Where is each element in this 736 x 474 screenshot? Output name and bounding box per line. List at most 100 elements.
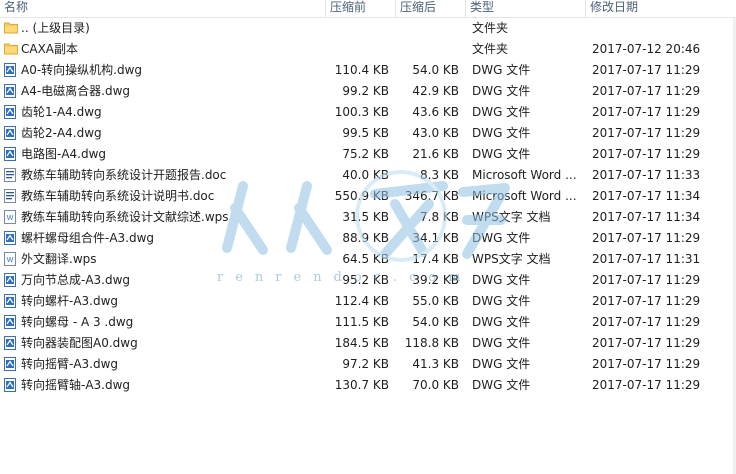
file-row[interactable]: 转向螺母 - A 3 .dwg 111.5 KB 54.0 KB DWG 文件 … [0, 312, 736, 333]
folder-icon [4, 18, 18, 39]
file-compressed-size: 97.2 KB [342, 357, 389, 371]
file-modified-date [592, 18, 732, 39]
file-type: DWG 文件 [472, 84, 531, 98]
file-name: .. (上级目录) [21, 21, 90, 35]
file-compressed-size: 88.9 KB [342, 231, 389, 245]
column-header-size[interactable]: 压缩后 [396, 0, 466, 17]
file-name: 螺杆螺母组合件-A3.dwg [21, 231, 155, 245]
file-size: 43.6 KB [412, 105, 459, 119]
dwg-file-icon [4, 375, 18, 396]
file-modified-date: 2017-07-17 11:29 [592, 63, 701, 77]
file-name: 教练车辅助转向系统设计说明书.doc [21, 189, 215, 203]
file-row[interactable]: 电路图-A4.dwg 75.2 KB 21.6 KB DWG 文件 2017-0… [0, 144, 736, 165]
file-modified-date: 2017-07-17 11:31 [592, 252, 701, 266]
file-compressed-size: 111.5 KB [334, 315, 389, 329]
file-row[interactable]: 转向摇臂轴-A3.dwg 130.7 KB 70.0 KB DWG 文件 201… [0, 375, 736, 396]
file-row[interactable]: 齿轮2-A4.dwg 99.5 KB 43.0 KB DWG 文件 2017-0… [0, 123, 736, 144]
file-modified-date: 2017-07-17 11:29 [592, 84, 701, 98]
dwg-file-icon [4, 228, 18, 249]
file-size: 34.1 KB [412, 231, 459, 245]
file-modified-date: 2017-07-17 11:29 [592, 378, 701, 392]
file-row[interactable]: A0-转向操纵机构.dwg 110.4 KB 54.0 KB DWG 文件 20… [0, 60, 736, 81]
file-size: 54.0 KB [412, 315, 459, 329]
file-name: 转向摇臂轴-A3.dwg [21, 378, 131, 392]
file-compressed-size: 110.4 KB [334, 63, 389, 77]
file-type: DWG 文件 [472, 336, 531, 350]
file-compressed-size: 75.2 KB [342, 147, 389, 161]
file-modified-date: 2017-07-17 11:34 [592, 189, 701, 203]
file-name: 转向螺母 - A 3 .dwg [21, 315, 134, 329]
file-compressed-size: 31.5 KB [342, 210, 389, 224]
file-row[interactable]: 齿轮1-A4.dwg 100.3 KB 43.6 KB DWG 文件 2017-… [0, 102, 736, 123]
file-size: 43.0 KB [412, 126, 459, 140]
file-type: DWG 文件 [472, 147, 531, 161]
file-row[interactable]: 万向节总成-A3.dwg 95.2 KB 39.2 KB DWG 文件 2017… [0, 270, 736, 291]
column-header-date[interactable]: 修改日期 [586, 0, 736, 17]
file-row[interactable]: W 教练车辅助转向系统设计文献综述.wps 31.5 KB 7.8 KB WPS… [0, 207, 736, 228]
file-type: DWG 文件 [472, 315, 531, 329]
file-row[interactable]: 转向器装配图A0.dwg 184.5 KB 118.8 KB DWG 文件 20… [0, 333, 736, 354]
file-compressed-size: 184.5 KB [334, 336, 389, 350]
file-type: DWG 文件 [472, 357, 531, 371]
file-name: 外文翻译.wps [21, 252, 97, 266]
file-row[interactable]: 转向摇臂-A3.dwg 97.2 KB 41.3 KB DWG 文件 2017-… [0, 354, 736, 375]
file-name: CAXA副本 [21, 42, 79, 56]
file-compressed-size: 99.2 KB [342, 84, 389, 98]
file-name: 转向器装配图A0.dwg [21, 336, 138, 350]
file-modified-date: 2017-07-17 11:29 [592, 357, 701, 371]
file-modified-date: 2017-07-17 11:29 [592, 315, 701, 329]
file-row[interactable]: A4-电磁离合器.dwg 99.2 KB 42.9 KB DWG 文件 2017… [0, 81, 736, 102]
file-row[interactable]: CAXA副本 文件夹 2017-07-12 20:46 [0, 39, 736, 60]
file-type: DWG 文件 [472, 378, 531, 392]
wps-file-icon: W [4, 249, 18, 270]
file-type: DWG 文件 [472, 231, 531, 245]
file-name: 转向摇臂-A3.dwg [21, 357, 119, 371]
file-size: 55.0 KB [412, 294, 459, 308]
dwg-file-icon [4, 354, 18, 375]
file-row[interactable]: W 外文翻译.wps 64.5 KB 17.4 KB WPS文字 文档 2017… [0, 249, 736, 270]
file-type: DWG 文件 [472, 273, 531, 287]
file-size: 21.6 KB [412, 147, 459, 161]
file-size: 54.0 KB [412, 63, 459, 77]
file-modified-date: 2017-07-17 11:29 [592, 105, 701, 119]
file-row[interactable]: .. (上级目录) 文件夹 [0, 18, 736, 39]
column-header-type[interactable]: 类型 [466, 0, 586, 17]
file-compressed-size: 550.9 KB [334, 189, 389, 203]
column-header-bar: 名称 压缩前 压缩后 类型 修改日期 [0, 0, 736, 18]
svg-text:W: W [7, 257, 14, 264]
file-row[interactable]: 转向螺杆-A3.dwg 112.4 KB 55.0 KB DWG 文件 2017… [0, 291, 736, 312]
folder-icon [4, 39, 18, 60]
file-compressed-size [330, 18, 389, 39]
file-compressed-size: 100.3 KB [334, 105, 389, 119]
file-row[interactable]: 教练车辅助转向系统设计开题报告.doc 40.0 KB 8.3 KB Micro… [0, 165, 736, 186]
dwg-file-icon [4, 291, 18, 312]
file-modified-date: 2017-07-17 11:34 [592, 210, 701, 224]
file-name: 万向节总成-A3.dwg [21, 273, 131, 287]
file-row[interactable]: 教练车辅助转向系统设计说明书.doc 550.9 KB 346.7 KB Mic… [0, 186, 736, 207]
file-type: WPS文字 文档 [472, 252, 551, 266]
file-size: 70.0 KB [412, 378, 459, 392]
dwg-file-icon [4, 81, 18, 102]
file-size: 39.2 KB [412, 273, 459, 287]
doc-file-icon [4, 186, 18, 207]
file-type: WPS文字 文档 [472, 210, 551, 224]
doc-file-icon [4, 165, 18, 186]
file-name: 教练车辅助转向系统设计文献综述.wps [21, 210, 229, 224]
file-type: 文件夹 [472, 42, 509, 56]
dwg-file-icon [4, 270, 18, 291]
file-type: Microsoft Word ... [472, 189, 577, 203]
file-compressed-size: 99.5 KB [342, 126, 389, 140]
file-name: 电路图-A4.dwg [21, 147, 107, 161]
file-modified-date: 2017-07-17 11:29 [592, 273, 701, 287]
dwg-file-icon [4, 144, 18, 165]
column-header-compressed[interactable]: 压缩前 [326, 0, 396, 17]
file-size: 7.8 KB [420, 210, 459, 224]
file-size: 346.7 KB [404, 189, 459, 203]
file-type: Microsoft Word ... [472, 168, 577, 182]
file-row[interactable]: 螺杆螺母组合件-A3.dwg 88.9 KB 34.1 KB DWG 文件 20… [0, 228, 736, 249]
file-size: 8.3 KB [420, 168, 459, 182]
file-name: 转向螺杆-A3.dwg [21, 294, 119, 308]
file-size [400, 18, 459, 39]
column-header-name[interactable]: 名称 [0, 0, 326, 17]
file-list: .. (上级目录) 文件夹 CAXA副本 文件夹 2017-07-12 20:4… [0, 18, 736, 396]
